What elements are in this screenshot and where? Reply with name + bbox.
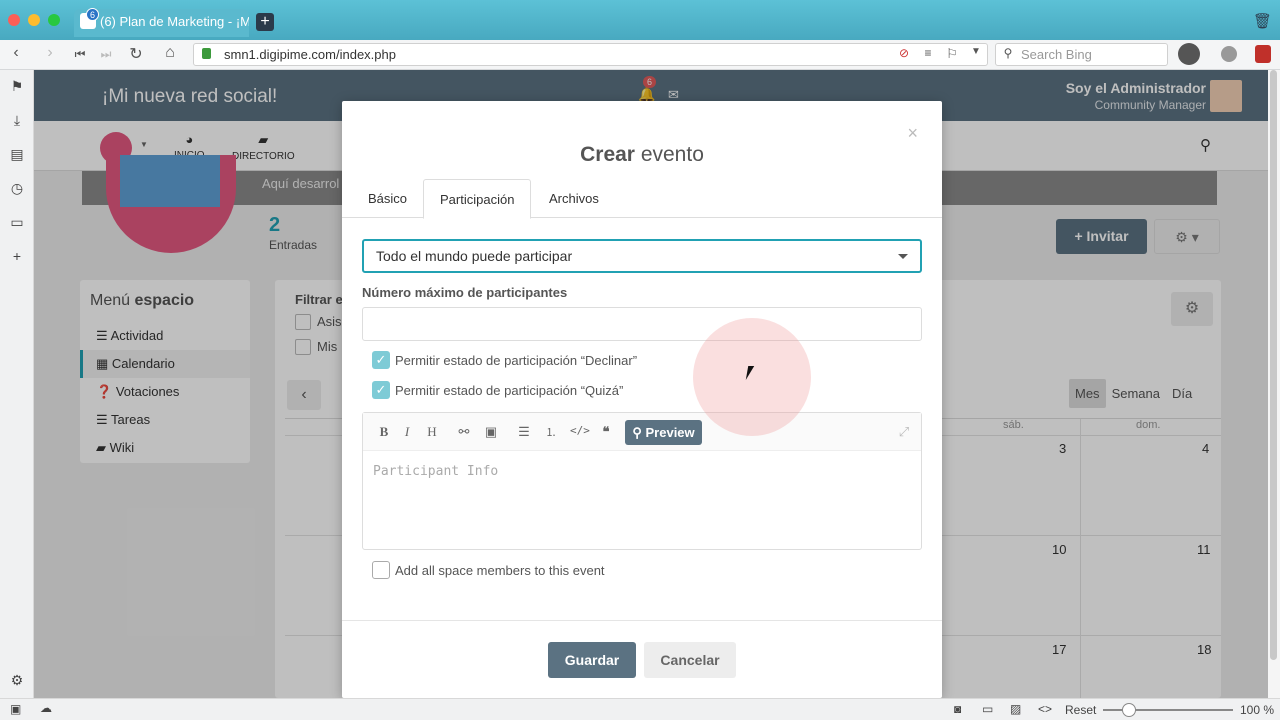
settings-icon[interactable]: ⚙: [8, 672, 26, 689]
panel-toggle-icon[interactable]: ▣: [10, 702, 21, 716]
caret-down-icon: [898, 254, 908, 259]
zoom-reset[interactable]: Reset: [1065, 703, 1096, 717]
camera-icon[interactable]: ◙: [954, 702, 961, 716]
browser-statusbar: ▣ ☁ ◙ ▭ ▨ <> Reset 100 %: [0, 698, 1280, 720]
italic-icon[interactable]: I: [398, 424, 416, 440]
scrollbar-thumb[interactable]: [1270, 70, 1277, 660]
image-icon[interactable]: ▣: [482, 424, 500, 440]
cancel-button[interactable]: Cancelar: [644, 642, 736, 678]
lock-icon: [202, 48, 211, 59]
page-scrollbar[interactable]: [1268, 70, 1280, 698]
first-icon[interactable]: ⏮: [70, 47, 90, 62]
allow-maybe-checkbox[interactable]: ✓: [372, 381, 390, 399]
window-icon[interactable]: ▭: [982, 702, 993, 716]
forward-icon[interactable]: ›: [40, 44, 60, 62]
zoom-level: 100 %: [1240, 703, 1275, 717]
allow-decline-label: Permitir estado de participación “Declin…: [395, 353, 638, 368]
check-icon: ✓: [375, 382, 387, 397]
link-icon[interactable]: ⚯: [455, 424, 473, 440]
code-icon[interactable]: <>: [1038, 702, 1052, 716]
trash-icon[interactable]: 🗑: [1253, 12, 1272, 30]
add-members-label: Add all space members to this event: [395, 563, 605, 578]
numbered-list-icon[interactable]: ⒈: [542, 424, 560, 440]
downloads-icon[interactable]: ⤓: [8, 112, 26, 129]
tab-title: (6) Plan de Marketing - ¡Mi: [100, 14, 249, 29]
home-icon[interactable]: ⌂: [160, 44, 180, 62]
editor-placeholder: Participant Info: [373, 464, 499, 479]
bold-icon[interactable]: B: [375, 424, 393, 440]
browser-sidebar: [0, 70, 34, 698]
bookmark-icon[interactable]: ⚐: [942, 46, 962, 62]
participant-info-editor[interactable]: B I H ⚯ ▣ ☰ ⒈ </> ❝ ⚲ Preview ⤢ Particip…: [362, 412, 922, 550]
close-icon[interactable]: ×: [907, 123, 918, 144]
history-icon[interactable]: ◷: [8, 180, 26, 197]
preview-button[interactable]: ⚲ Preview: [625, 420, 702, 445]
save-button[interactable]: Guardar: [548, 642, 636, 678]
url-text: smn1.digipime.com/index.php: [224, 47, 396, 62]
tab-participacion[interactable]: Participación: [423, 179, 532, 219]
max-participants-input[interactable]: [362, 307, 922, 341]
allow-maybe-label: Permitir estado de participación “Quizá”: [395, 383, 624, 398]
tab-badge: 6: [86, 8, 99, 21]
zoom-slider-handle[interactable]: [1122, 703, 1136, 717]
quote-icon[interactable]: ❝: [597, 424, 615, 440]
editor-toolbar: B I H ⚯ ▣ ☰ ⒈ </> ❝ ⚲ Preview ⤢: [363, 413, 921, 451]
heading-icon[interactable]: H: [423, 424, 441, 440]
modal-title: Crear evento: [580, 143, 704, 166]
search-input[interactable]: Search Bing: [995, 43, 1168, 66]
reload-icon[interactable]: ↻: [126, 44, 146, 64]
browser-tab[interactable]: (6) Plan de Marketing - ¡Mi: [74, 9, 249, 37]
cloud-icon[interactable]: ☁: [40, 701, 52, 715]
preview-label: Preview: [645, 425, 695, 440]
last-icon[interactable]: ⏭: [96, 47, 116, 62]
allow-decline-checkbox[interactable]: ✓: [372, 351, 390, 369]
bookmarks-panel-icon[interactable]: ⚑: [8, 78, 26, 95]
modal-tabs: Básico Participación Archivos: [342, 179, 942, 219]
maximize-window-button[interactable]: [48, 14, 60, 26]
chevron-down-icon[interactable]: ▼: [966, 46, 986, 57]
check-icon: ✓: [375, 352, 387, 367]
window-icon[interactable]: ▭: [8, 214, 26, 231]
minimize-window-button[interactable]: [28, 14, 40, 26]
profile-icon[interactable]: [1178, 43, 1200, 65]
modal-footer-divider: [342, 620, 942, 621]
max-participants-label: Número máximo de participantes: [362, 285, 568, 300]
url-field[interactable]: smn1.digipime.com/index.php: [193, 43, 988, 66]
tab-archivos[interactable]: Archivos: [533, 179, 615, 218]
search-icon: ⚲: [632, 425, 642, 440]
select-value: Todo el mundo puede participar: [376, 248, 573, 264]
notes-icon[interactable]: ▤: [8, 146, 26, 163]
search-placeholder: Search Bing: [1021, 47, 1092, 62]
new-tab-button[interactable]: +: [256, 13, 274, 31]
block-icon[interactable]: ⊘: [894, 46, 914, 60]
extension-icon[interactable]: [1221, 46, 1237, 62]
tab-basico[interactable]: Básico: [352, 179, 423, 218]
bullet-list-icon[interactable]: ☰: [515, 424, 533, 440]
create-event-modal: × Crear evento Básico Participación Arch…: [342, 101, 942, 698]
image-icon[interactable]: ▨: [1010, 702, 1021, 716]
participation-mode-select[interactable]: Todo el mundo puede participar: [362, 239, 922, 273]
expand-icon[interactable]: ⤢: [895, 424, 913, 440]
add-members-checkbox[interactable]: [372, 561, 390, 579]
code-icon[interactable]: </>: [570, 424, 590, 437]
ublock-icon[interactable]: [1255, 45, 1271, 63]
close-window-button[interactable]: [8, 14, 20, 26]
back-icon[interactable]: ‹: [6, 44, 26, 62]
add-panel-icon[interactable]: +: [8, 248, 26, 264]
reader-icon[interactable]: ≡: [918, 46, 938, 60]
search-icon: ⚲: [1003, 46, 1013, 60]
